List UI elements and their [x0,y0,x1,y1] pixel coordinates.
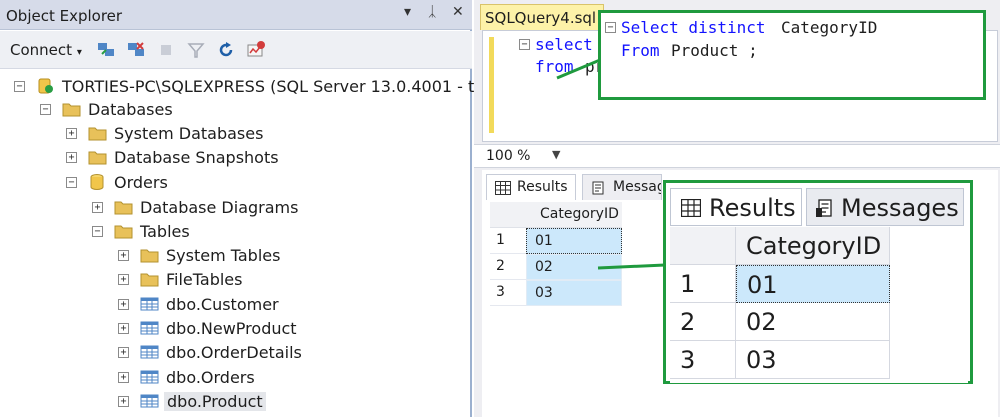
code-keyword: From [621,41,660,60]
tab-label: Results [709,194,796,222]
query-zoom-callout: − Select distinct CategoryID From Produc… [598,10,986,100]
results-grid: CategoryID 1 01 2 02 3 03 [670,227,968,383]
row-number: 1 [670,265,736,303]
grid-cell: 02 [736,303,890,341]
grid-column-header: CategoryID [736,227,890,265]
code-text: CategoryID [781,18,878,37]
query-connector-line [556,58,601,80]
tab-messages: Messages [806,188,964,226]
row-number: 2 [670,303,736,341]
tab-results: Results [670,188,802,226]
row-number: 3 [670,341,736,379]
grid-corner [670,227,736,265]
code-keyword: Select distinct [621,18,766,37]
code-text: Product ; [671,41,758,60]
grid-cell: 01 [736,265,890,303]
grid-icon [681,199,701,217]
messages-icon [816,199,832,217]
code-collapse-toggle: − [605,22,616,33]
grid-cell: 03 [736,341,890,379]
results-zoom-callout: Results Messages CategoryID 1 01 2 02 3 … [663,180,973,384]
results-connector-line [597,263,666,270]
tab-label: Messages [841,194,959,222]
